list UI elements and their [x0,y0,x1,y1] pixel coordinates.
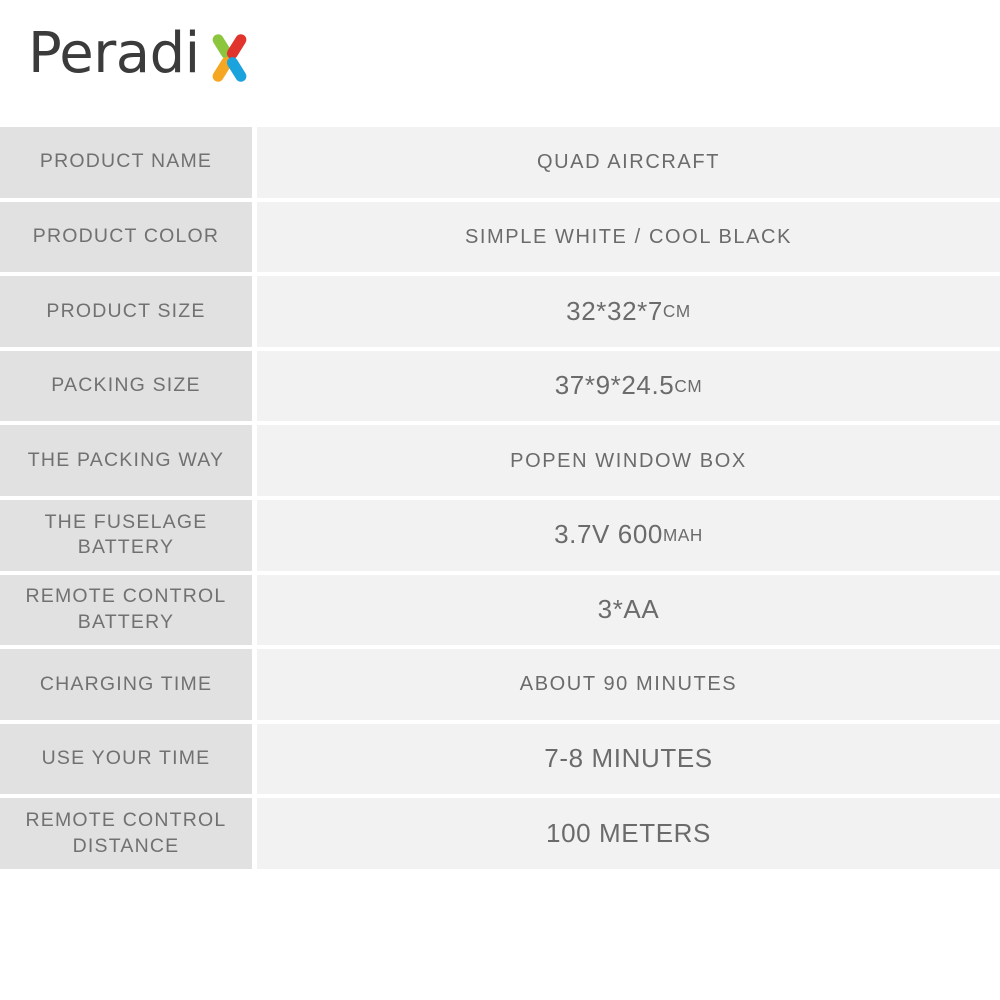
spec-value-cell: 100 METERS [257,798,1000,873]
table-row: PRODUCT SIZE 32*32*7 CM [0,276,1000,351]
table-row: USE YOUR TIME 7-8 MINUTES [0,723,1000,799]
spec-value-text: 32*32*7 [566,295,663,326]
spec-value-cell: 32*32*7 CM [257,276,1000,351]
spec-value-cell: 3*AA [257,574,1000,650]
table-row: PACKING SIZE 37*9*24.5 CM [0,350,1000,426]
spec-label-cell: PRODUCT NAME [0,127,252,202]
peradix-logo: Peradi [28,26,258,84]
spec-value-cell: ABOUT 90 MINUTES [257,649,1000,724]
spec-value-text: 37*9*24.5 [554,370,675,401]
spec-label-cell: CHARGING TIME [0,649,252,724]
spec-value-unit: CM [662,301,691,322]
table-row: THE PACKING WAY POPEN WINDOW BOX [0,425,1000,500]
spec-value-text: ABOUT 90 MINUTES [519,673,738,696]
spec-label-cell: THE FUSELAGE BATTERY [0,499,252,575]
spec-label-cell: REMOTE CONTROL DISTANCE [0,798,252,873]
spec-value-cell: 7-8 MINUTES [257,723,1000,799]
spec-value-text: SIMPLE WHITE / COOL BLACK [464,225,793,248]
spec-value-cell: 3.7V 600 MAH [257,499,1000,575]
spec-value-unit: MAH [662,525,703,546]
spec-label-cell: USE YOUR TIME [0,723,252,799]
logo-x-mark-icon [202,28,258,84]
table-row: CHARGING TIME ABOUT 90 MINUTES [0,649,1000,724]
spec-label-cell: REMOTE CONTROL BATTERY [0,574,252,650]
spec-value-text: POPEN WINDOW BOX [510,449,747,472]
table-row: THE FUSELAGE BATTERY 3.7V 600 MAH [0,499,1000,575]
spec-value-cell: SIMPLE WHITE / COOL BLACK [257,201,1000,277]
spec-value-text: 100 METERS [546,817,711,848]
table-row: PRODUCT NAME QUAD AIRCRAFT [0,127,1000,202]
spec-value-cell: POPEN WINDOW BOX [257,425,1000,500]
spec-label-cell: THE PACKING WAY [0,425,252,500]
spec-label-cell: PRODUCT COLOR [0,201,252,277]
logo-wordmark: Peradi [28,21,200,86]
spec-label-cell: PRODUCT SIZE [0,276,252,351]
spec-value-cell: QUAD AIRCRAFT [257,127,1000,202]
spec-value-text: 7-8 MINUTES [544,743,713,774]
brand-header: Peradi [0,0,1000,127]
table-row: REMOTE CONTROL BATTERY 3*AA [0,574,1000,650]
spec-value-unit: CM [674,375,703,396]
spec-label-cell: PACKING SIZE [0,350,252,426]
spec-value-text: 3*AA [597,593,660,624]
specification-table: PRODUCT NAME QUAD AIRCRAFT PRODUCT COLOR SI… [0,127,1000,873]
table-row: REMOTE CONTROL DISTANCE 100 METERS [0,798,1000,873]
spec-value-text: 3.7V 600 [554,519,663,550]
spec-value-text: QUAD AIRCRAFT [536,151,721,174]
spec-value-cell: 37*9*24.5 CM [257,350,1000,426]
table-row: PRODUCT COLOR SIMPLE WHITE / COOL BLACK [0,201,1000,277]
